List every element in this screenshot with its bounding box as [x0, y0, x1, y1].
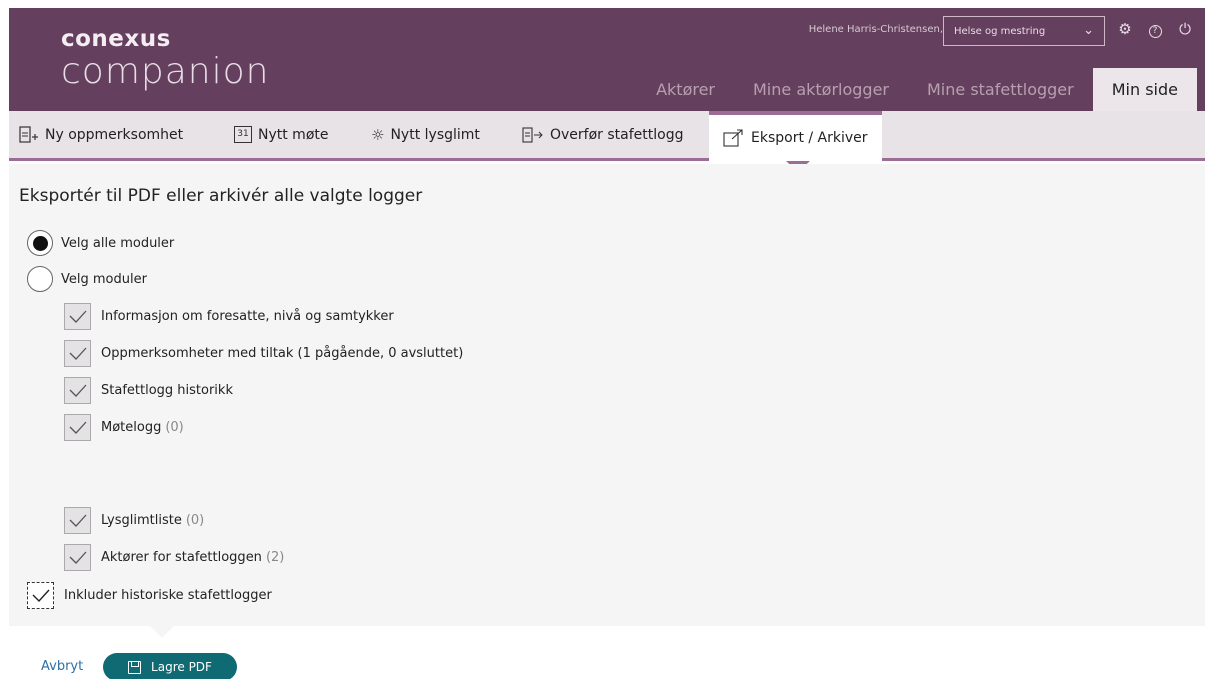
save-icon	[128, 660, 142, 674]
new-attention-label: Ny oppmerksomhet	[45, 126, 184, 143]
radio-button[interactable]	[27, 266, 53, 292]
tab-export-archive[interactable]: Eksport / Arkiver	[709, 111, 882, 161]
module-label: Stafettlogg historikk	[101, 383, 233, 398]
module-count: (0)	[165, 420, 184, 435]
brand-logo: conexus	[61, 26, 171, 52]
export-archive-label: Eksport / Arkiver	[751, 130, 868, 146]
checkbox[interactable]	[64, 414, 91, 441]
radio-button[interactable]	[27, 230, 53, 256]
new-meeting-label: Nytt møte	[258, 126, 329, 143]
checkmark-icon	[69, 310, 86, 323]
save-pdf-label: Lagre PDF	[151, 660, 212, 674]
module-label: Informasjon om foresatte, nivå og samtyk…	[101, 309, 394, 324]
export-icon	[723, 129, 745, 147]
power-icon[interactable]: ⏻	[1175, 19, 1195, 39]
main-nav: Aktører Mine aktørlogger Mine stafettlog…	[637, 68, 1205, 111]
radio-select-all[interactable]: Velg alle moduler	[27, 230, 174, 256]
include-historic-row[interactable]: Inkluder historiske stafettlogger	[27, 582, 272, 609]
export-panel: Eksportér til PDF eller arkivér alle val…	[9, 164, 1205, 626]
module-checkbox-row[interactable]: Møtelogg (0)	[64, 414, 184, 441]
role-select[interactable]: Helse og mestring ⌄	[943, 16, 1105, 46]
panel-title: Eksportér til PDF eller arkivér alle val…	[19, 186, 423, 206]
module-label: Oppmerksomheter med tiltak (1 pågående, …	[101, 346, 464, 361]
include-historic-checkbox[interactable]	[27, 582, 54, 609]
module-count: (2)	[265, 550, 285, 565]
user-name: Helene Harris-Christensen,	[808, 24, 943, 35]
radio-label: Velg moduler	[61, 271, 147, 287]
checkbox[interactable]	[64, 340, 91, 367]
nav-tab-aktorer[interactable]: Aktører	[637, 68, 734, 111]
checkbox[interactable]	[64, 303, 91, 330]
new-document-icon	[19, 125, 39, 144]
help-icon[interactable]: ?	[1145, 19, 1165, 39]
module-count: (0)	[185, 513, 205, 528]
calendar-icon: 31	[234, 126, 252, 143]
role-select-value: Helse og mestring	[954, 25, 1046, 37]
radio-select-modules[interactable]: Velg moduler	[27, 266, 147, 292]
nav-tab-mine-aktorlogger[interactable]: Mine aktørlogger	[734, 68, 908, 111]
nav-tab-mine-stafettlogger[interactable]: Mine stafettlogger	[908, 68, 1093, 111]
checkmark-icon	[69, 421, 86, 434]
save-pdf-button[interactable]: Lagre PDF	[103, 653, 237, 679]
new-glimpse-label: Nytt lysglimt	[390, 126, 480, 143]
module-label: Lysglimtliste	[101, 513, 182, 528]
module-checkbox-row[interactable]: Oppmerksomheter med tiltak (1 pågående, …	[64, 340, 463, 367]
new-glimpse-button[interactable]: ☼ Nytt lysglimt	[371, 111, 480, 158]
chevron-down-icon: ⌄	[1083, 23, 1094, 38]
module-checkbox-row[interactable]: Aktører for stafettloggen (2)	[64, 544, 284, 571]
transfer-log-label: Overfør stafettlogg	[550, 126, 684, 143]
app-header: conexus companion Helene Harris-Christen…	[9, 8, 1205, 111]
sun-icon: ☼	[371, 125, 385, 144]
panel-pointer	[150, 626, 174, 638]
gear-icon[interactable]: ⚙	[1115, 19, 1135, 39]
checkbox[interactable]	[64, 544, 91, 571]
action-toolbar: Ny oppmerksomhet 31 Nytt møte ☼ Nytt lys…	[9, 111, 1205, 161]
product-logo: companion	[61, 51, 270, 92]
checkmark-icon	[69, 384, 86, 397]
checkmark-icon	[32, 589, 50, 602]
checkbox[interactable]	[64, 377, 91, 404]
module-checkbox-row[interactable]: Stafettlogg historikk	[64, 377, 233, 404]
module-checkbox-row[interactable]: Lysglimtliste (0)	[64, 507, 204, 534]
checkmark-icon	[69, 514, 86, 527]
nav-tab-min-side[interactable]: Min side	[1092, 68, 1197, 111]
checkbox[interactable]	[64, 507, 91, 534]
checkmark-icon	[69, 347, 86, 360]
new-meeting-button[interactable]: 31 Nytt møte	[234, 111, 329, 158]
new-attention-button[interactable]: Ny oppmerksomhet	[19, 111, 183, 158]
module-checkbox-row[interactable]: Informasjon om foresatte, nivå og samtyk…	[64, 303, 394, 330]
checkmark-icon	[69, 551, 86, 564]
cancel-link[interactable]: Avbryt	[41, 659, 83, 674]
module-label: Møtelogg	[101, 420, 162, 435]
transfer-log-button[interactable]: Overfør stafettlogg	[522, 111, 684, 158]
transfer-icon	[522, 126, 544, 143]
module-label: Aktører for stafettloggen	[101, 550, 262, 565]
radio-label: Velg alle moduler	[61, 235, 175, 251]
include-historic-label: Inkluder historiske stafettlogger	[64, 588, 272, 603]
